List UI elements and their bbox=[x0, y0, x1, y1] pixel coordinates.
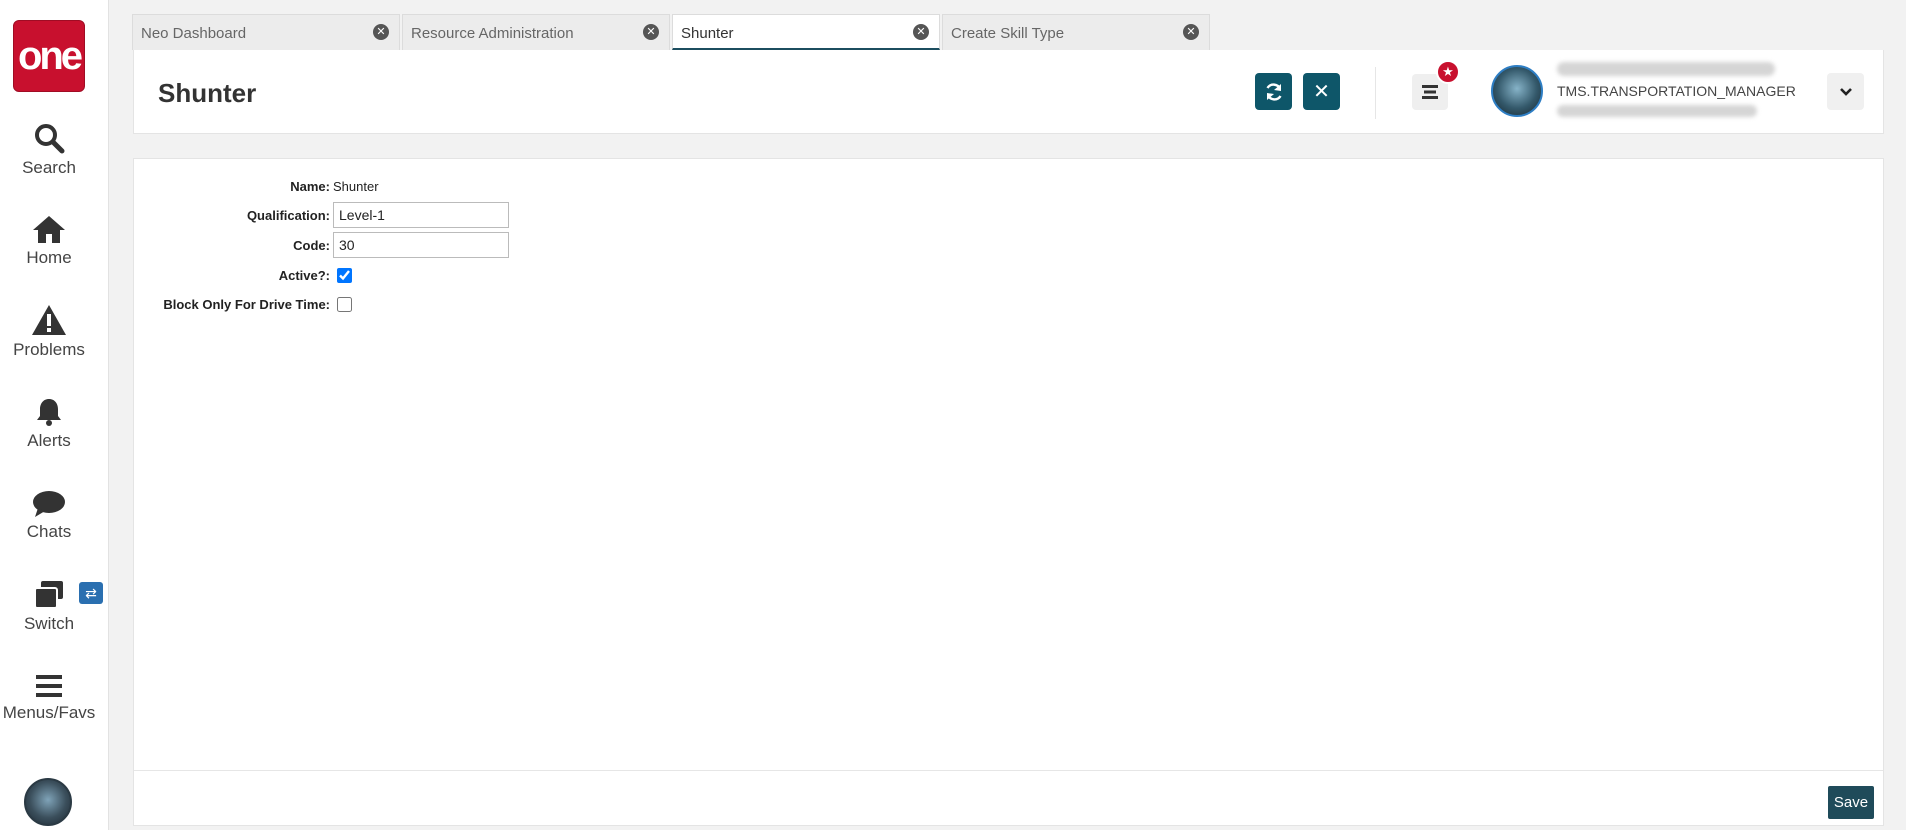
tab-label: Shunter bbox=[681, 25, 734, 42]
app-logo[interactable]: one bbox=[13, 20, 85, 92]
nav-switch-label: Switch bbox=[23, 614, 75, 633]
bell-icon bbox=[37, 399, 61, 426]
sidebar: one Search Home Problems Alerts Chats Sw… bbox=[0, 0, 109, 830]
swap-arrows-icon[interactable]: ⇄ bbox=[79, 582, 103, 604]
nav-menus-favs-label: Menus/Favs bbox=[2, 703, 96, 722]
active-label: Active?: bbox=[278, 267, 330, 283]
main-content: Name: Shunter Qualification: Code: Activ… bbox=[133, 158, 1884, 826]
name-label: Name: bbox=[290, 178, 330, 194]
refresh-button[interactable] bbox=[1255, 73, 1292, 110]
block-drive-time-label: Block Only For Drive Time: bbox=[163, 296, 330, 312]
tab-label: Neo Dashboard bbox=[141, 25, 247, 42]
qualification-input[interactable] bbox=[333, 202, 509, 228]
block-drive-time-row: Block Only For Drive Time: bbox=[134, 291, 352, 317]
nav-chats-label: Chats bbox=[26, 522, 72, 541]
redacted-user-name bbox=[1557, 62, 1775, 76]
name-row: Name: Shunter bbox=[134, 173, 379, 199]
nav-home-label: Home bbox=[26, 248, 72, 267]
active-row: Active?: bbox=[134, 262, 352, 288]
nav-problems[interactable]: Problems bbox=[0, 304, 98, 376]
nav-search-label: Search bbox=[22, 158, 76, 177]
code-input[interactable] bbox=[333, 232, 509, 258]
user-role: TMS.TRANSPORTATION_MANAGER bbox=[1557, 83, 1796, 99]
warning-icon bbox=[32, 305, 66, 335]
tab-bar: Neo Dashboard ✕ Resource Administration … bbox=[132, 14, 1212, 50]
close-icon[interactable]: ✕ bbox=[373, 24, 389, 40]
chevron-down-icon bbox=[1839, 87, 1852, 96]
close-page-button[interactable]: ✕ bbox=[1303, 73, 1340, 110]
qualification-row: Qualification: bbox=[134, 202, 509, 228]
code-label: Code: bbox=[293, 237, 330, 253]
nav-search[interactable]: Search bbox=[0, 122, 98, 194]
nav-problems-label: Problems bbox=[13, 340, 85, 359]
redacted-user-org bbox=[1557, 105, 1757, 117]
close-icon[interactable]: ✕ bbox=[1183, 24, 1199, 40]
user-menu-dropdown[interactable] bbox=[1827, 73, 1864, 110]
header-divider bbox=[1375, 67, 1376, 119]
code-row: Code: bbox=[134, 232, 509, 258]
nav-menus-favs[interactable]: Menus/Favs bbox=[0, 673, 98, 745]
user-avatar[interactable] bbox=[1491, 65, 1543, 117]
footer-divider bbox=[134, 770, 1883, 771]
nav-alerts[interactable]: Alerts bbox=[0, 397, 98, 469]
nav-home[interactable]: Home bbox=[0, 214, 98, 286]
qualification-label: Qualification: bbox=[246, 207, 330, 223]
block-drive-time-checkbox[interactable] bbox=[337, 296, 352, 312]
close-icon[interactable]: ✕ bbox=[913, 24, 929, 40]
nav-chats[interactable]: Chats bbox=[0, 490, 98, 562]
page-header: Shunter ✕ ★ TMS.TRANSPORTATION_MANAGER bbox=[133, 50, 1884, 134]
home-icon bbox=[33, 216, 65, 243]
name-value: Shunter bbox=[333, 178, 379, 194]
close-icon[interactable]: ✕ bbox=[643, 24, 659, 40]
hamburger-icon bbox=[36, 675, 62, 697]
list-icon bbox=[1422, 85, 1438, 99]
tab-label: Create Skill Type bbox=[951, 25, 1065, 42]
search-icon bbox=[35, 124, 65, 154]
page-title: Shunter bbox=[158, 78, 257, 108]
tab-neo-dashboard[interactable]: Neo Dashboard ✕ bbox=[132, 14, 400, 50]
close-icon: ✕ bbox=[1313, 81, 1330, 103]
tab-label: Resource Administration bbox=[411, 25, 574, 42]
sidebar-user-avatar[interactable] bbox=[24, 778, 72, 826]
tab-shunter[interactable]: Shunter ✕ bbox=[672, 14, 940, 50]
refresh-icon bbox=[1265, 82, 1282, 101]
save-button[interactable]: Save bbox=[1828, 786, 1874, 819]
nav-alerts-label: Alerts bbox=[27, 431, 71, 450]
star-icon: ★ bbox=[1436, 60, 1460, 84]
chat-icon bbox=[33, 491, 65, 517]
tab-create-skill-type[interactable]: Create Skill Type ✕ bbox=[942, 14, 1210, 50]
active-checkbox[interactable] bbox=[337, 267, 352, 283]
windows-icon bbox=[34, 581, 63, 609]
tab-resource-administration[interactable]: Resource Administration ✕ bbox=[402, 14, 670, 50]
